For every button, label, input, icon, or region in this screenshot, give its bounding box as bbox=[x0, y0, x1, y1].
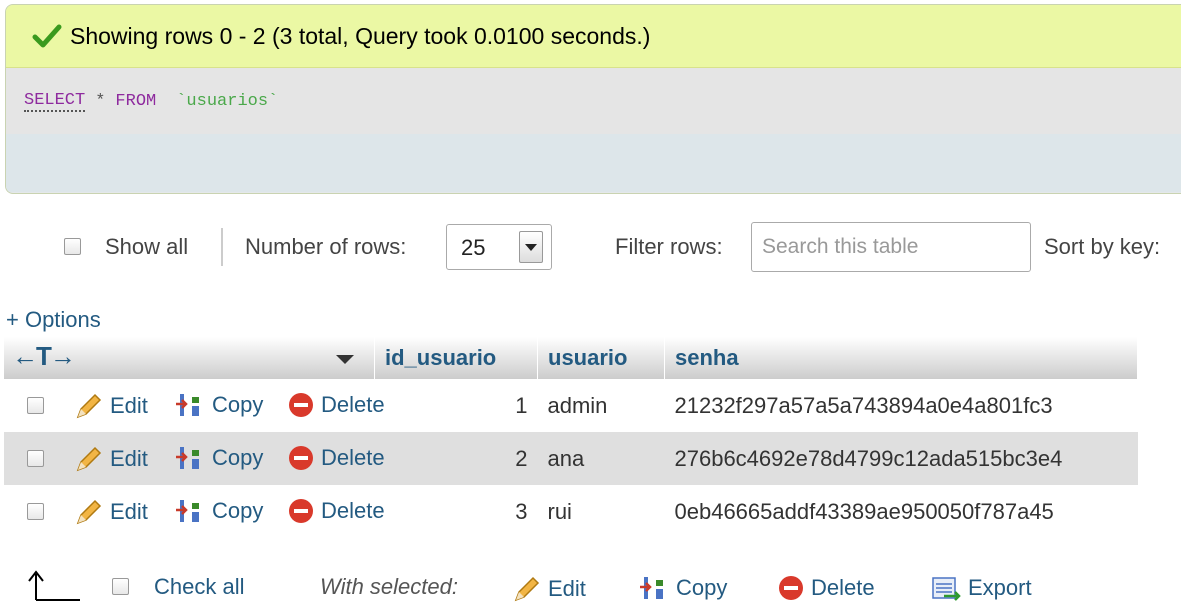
export-icon bbox=[932, 577, 961, 601]
cell-senha: 0eb46665addf43389ae950050f787a45 bbox=[664, 485, 1138, 538]
delete-icon bbox=[289, 499, 313, 523]
delete-label: Delete bbox=[321, 392, 385, 417]
sql-query: SELECT * FROM `usuarios` bbox=[6, 68, 1181, 134]
table-row: Edit Copy Delete 1 admin 21232f297a57a5a… bbox=[4, 379, 1138, 432]
table-row: Edit Copy Delete 2 ana 276b6c4692e78d479… bbox=[4, 432, 1138, 485]
cell-senha: 21232f297a57a5a743894a0e4a801fc3 bbox=[664, 379, 1138, 432]
success-message: Showing rows 0 - 2 (3 total, Query took … bbox=[6, 5, 1181, 68]
sort-down-icon[interactable] bbox=[336, 355, 354, 364]
bulk-delete-label: Delete bbox=[811, 575, 875, 600]
delete-icon bbox=[289, 393, 313, 417]
separator bbox=[221, 228, 223, 266]
bulk-export-label: Export bbox=[968, 575, 1032, 600]
cell-usuario: ana bbox=[537, 432, 665, 485]
sql-star: * bbox=[95, 91, 106, 111]
copy-label: Copy bbox=[212, 445, 264, 470]
check-all-label[interactable]: Check all bbox=[154, 574, 244, 600]
rows-per-page-select[interactable]: 25 bbox=[446, 224, 552, 270]
filter-rows-label: Filter rows: bbox=[615, 234, 723, 259]
edit-link[interactable]: Edit bbox=[74, 391, 148, 421]
column-header-id-usuario[interactable]: id_usuario bbox=[374, 337, 538, 379]
copy-label: Copy bbox=[212, 498, 264, 523]
column-header-usuario[interactable]: usuario bbox=[537, 337, 665, 379]
delete-icon bbox=[289, 446, 313, 470]
dropdown-arrow-icon[interactable] bbox=[519, 231, 543, 263]
copy-icon bbox=[176, 500, 199, 522]
row-actions: Edit Copy Delete bbox=[4, 485, 385, 538]
row-checkbox[interactable] bbox=[27, 397, 44, 414]
sort-by-key-label: Sort by key: bbox=[1044, 234, 1161, 259]
pencil-icon bbox=[514, 576, 540, 602]
row-actions: Edit Copy Delete bbox=[4, 432, 385, 485]
table-navigation: Show all Number of rows: 25 Filter rows:… bbox=[0, 222, 1181, 274]
delete-link[interactable]: Delete bbox=[287, 391, 385, 419]
check-all-checkbox[interactable] bbox=[112, 578, 129, 595]
copy-icon bbox=[176, 394, 199, 416]
cell-id-usuario: 1 bbox=[374, 379, 538, 432]
cell-senha: 276b6c4692e78d4799c12ada515bc3e4 bbox=[664, 432, 1138, 485]
edit-link[interactable]: Edit bbox=[74, 444, 148, 474]
rows-per-page-value: 25 bbox=[461, 235, 486, 260]
search-input[interactable] bbox=[751, 222, 1031, 272]
bulk-delete-button[interactable]: Delete bbox=[777, 574, 875, 602]
copy-link[interactable]: Copy bbox=[174, 497, 263, 525]
edit-label: Edit bbox=[110, 393, 148, 418]
copy-link[interactable]: Copy bbox=[174, 444, 263, 472]
edit-label: Edit bbox=[110, 446, 148, 471]
cell-id-usuario: 3 bbox=[374, 485, 538, 538]
number-of-rows-label: Number of rows: bbox=[245, 234, 407, 259]
table-row: Edit Copy Delete 3 rui 0eb46665addf43389… bbox=[4, 485, 1138, 538]
row-actions: Edit Copy Delete bbox=[4, 379, 385, 432]
cell-usuario: admin bbox=[537, 379, 665, 432]
result-panel: Showing rows 0 - 2 (3 total, Query took … bbox=[5, 4, 1181, 194]
edit-link[interactable]: Edit bbox=[74, 497, 148, 527]
copy-label: Copy bbox=[212, 392, 264, 417]
arrow-up-icon bbox=[28, 570, 80, 601]
pencil-icon bbox=[76, 446, 102, 472]
delete-icon bbox=[779, 576, 803, 600]
bulk-copy-label: Copy bbox=[676, 575, 728, 600]
row-checkbox[interactable] bbox=[27, 450, 44, 467]
checkmark-icon bbox=[32, 24, 62, 48]
bulk-export-button[interactable]: Export bbox=[930, 574, 1032, 602]
sql-keyword-from: FROM bbox=[115, 91, 157, 111]
sql-keyword-select[interactable]: SELECT bbox=[24, 91, 86, 112]
results-table: ←T→ id_usuario usuario senha Edit Copy D… bbox=[4, 337, 1138, 538]
bulk-edit-label: Edit bbox=[548, 576, 586, 601]
copy-icon bbox=[176, 447, 199, 469]
show-all-checkbox[interactable] bbox=[64, 238, 81, 255]
cell-usuario: rui bbox=[537, 485, 665, 538]
options-link[interactable]: + Options bbox=[6, 307, 101, 333]
copy-link[interactable]: Copy bbox=[174, 391, 263, 419]
row-checkbox[interactable] bbox=[27, 503, 44, 520]
copy-icon bbox=[640, 577, 663, 599]
actions-header: ←T→ bbox=[4, 337, 375, 379]
with-selected-label: With selected: bbox=[320, 574, 458, 599]
bulk-copy-button[interactable]: Copy bbox=[638, 574, 727, 602]
edit-label: Edit bbox=[110, 499, 148, 524]
column-header-senha[interactable]: senha bbox=[664, 337, 1138, 379]
show-all-label[interactable]: Show all bbox=[105, 234, 188, 260]
bulk-actions-bar: Check all With selected: Edit Copy Delet… bbox=[0, 566, 1181, 608]
delete-link[interactable]: Delete bbox=[287, 497, 385, 525]
delete-label: Delete bbox=[321, 445, 385, 470]
pencil-icon bbox=[76, 393, 102, 419]
pencil-icon bbox=[76, 499, 102, 525]
query-tools-bar bbox=[6, 134, 1181, 192]
cell-id-usuario: 2 bbox=[374, 432, 538, 485]
success-text: Showing rows 0 - 2 (3 total, Query took … bbox=[70, 22, 651, 49]
delete-link[interactable]: Delete bbox=[287, 444, 385, 472]
sql-table-name: `usuarios` bbox=[176, 91, 279, 111]
delete-label: Delete bbox=[321, 498, 385, 523]
column-arrows-icon[interactable]: ←T→ bbox=[12, 341, 76, 372]
bulk-edit-button[interactable]: Edit bbox=[512, 574, 586, 604]
